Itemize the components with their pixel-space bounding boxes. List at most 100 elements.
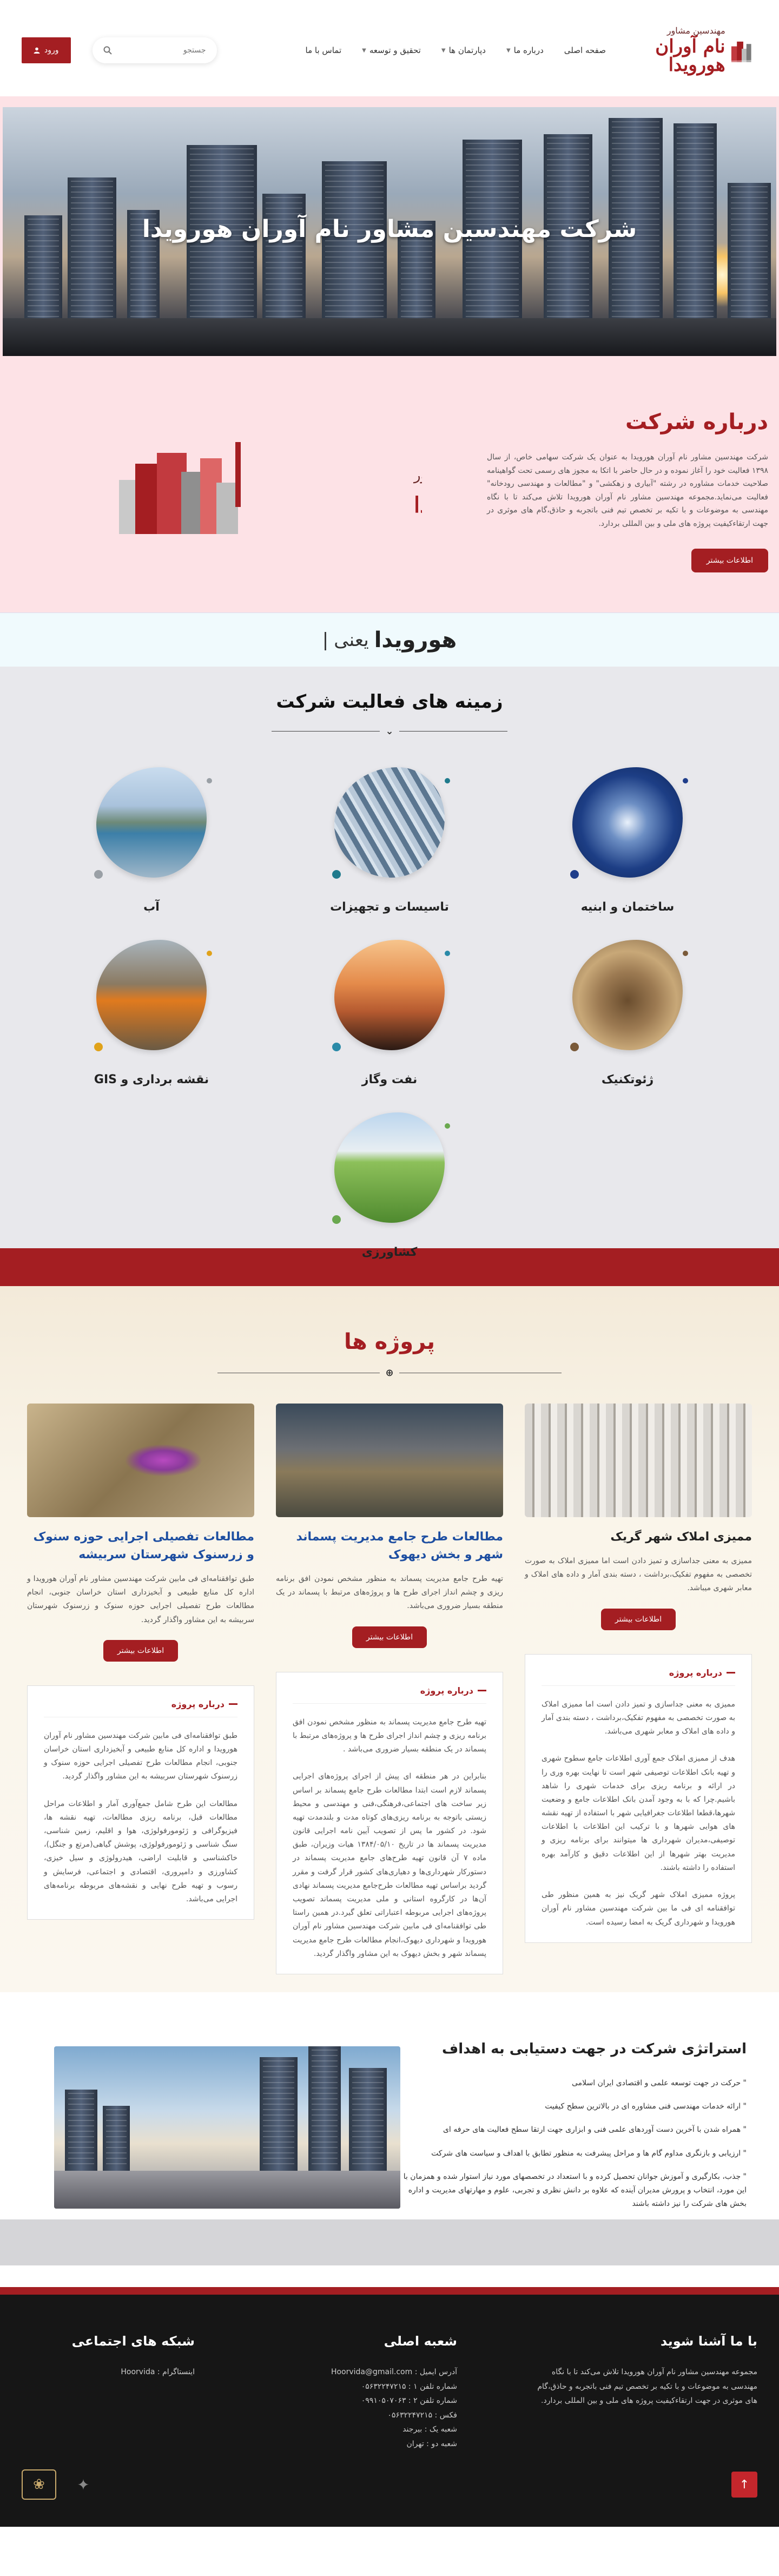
logo-mark-icon [729, 41, 757, 63]
footer-phone-2[interactable]: شماره تلفن ۲ : ۰۹۹۱۰۵۰۷۰۶۳ [262, 2394, 457, 2408]
project-details-header[interactable]: درباره پروژه [542, 1668, 735, 1686]
about-logo: مهندسین مشاور نام آوران هورویدا [119, 442, 571, 536]
nav-link-research[interactable]: تحقیق و توسعه [369, 45, 421, 55]
nav-link-about[interactable]: درباره ما [514, 45, 544, 55]
project-more-button[interactable]: اطلاعات بیشتر [352, 1626, 427, 1648]
footer-fax: فکس : ۰۵۶۳۲۲۴۷۲۱۵ [387, 2410, 457, 2420]
tagline-brand: هورویدا [374, 627, 457, 653]
tagline-strip: هورویدا یعنی | [0, 612, 779, 667]
project-details: درباره پروژه طبق توافقنامه‌ای فی مابین ش… [27, 1685, 254, 1920]
tagline-word: یعنی [334, 629, 369, 651]
activity-card[interactable]: نفت وگاز [319, 934, 460, 1086]
search-input[interactable] [124, 46, 206, 55]
project-details: درباره پروژه ممیزی به معنی جداسازی و تمی… [525, 1653, 752, 1943]
nav-item-research[interactable]: تحقیق و توسعه ▼ [362, 45, 421, 55]
footer-email[interactable]: آدرس ایمیل : Hoorvida@gmail.com [262, 2365, 457, 2380]
project-more-button[interactable]: اطلاعات بیشتر [600, 1608, 676, 1630]
irrigation-icon [334, 1112, 445, 1223]
hero-section: شرکت مهندسین مشاور نام آوران هورویدا [0, 96, 779, 356]
activity-card[interactable]: ساختمان و ابنیه [557, 762, 698, 914]
login-label: ورود [44, 46, 59, 55]
search-box [92, 37, 217, 63]
site-footer: با ما آشنا شوید مجموعه مهندسین مشاور نام… [0, 2287, 779, 2527]
main-nav: صفحه اصلی درباره ما ▼ دپارتمان ها ▼ تحقیق … [306, 45, 606, 55]
strategy-item: " جذب، بکارگیری و آموزش جوانان تحصیل کرد… [403, 2172, 747, 2209]
circle-plus-icon: ⊕ [385, 1367, 394, 1379]
activity-card[interactable]: آب [81, 762, 222, 914]
project-image [525, 1404, 752, 1517]
strategy-city-image [54, 2046, 400, 2209]
site-logo[interactable]: مهندسین مشاور نام آوران هورویدا [628, 27, 757, 74]
about-more-button[interactable]: اطلاعات بیشتر [691, 549, 768, 572]
section-divider: ⊕ [0, 1367, 779, 1379]
activity-card[interactable]: تاسیسات و تجهیزات [319, 762, 460, 914]
accent-dot [332, 1215, 341, 1224]
activities-grid: ساختمان و ابنیه تاسیسات و تجهیزات آب ژئو… [0, 762, 779, 1259]
activity-label: ساختمان و ابنیه [580, 900, 675, 914]
project-details-label: درباره پروژه [669, 1667, 722, 1678]
nav-link-contact[interactable]: تماس با ما [306, 45, 342, 55]
activity-card[interactable]: نقشه برداری و GIS [81, 934, 222, 1086]
accent-dot [94, 1043, 103, 1051]
nav-item-home[interactable]: صفحه اصلی [564, 45, 606, 55]
surveyor-icon [96, 940, 207, 1050]
project-details-header[interactable]: درباره پروژه [293, 1685, 486, 1704]
accent-dot [445, 1123, 450, 1129]
chevron-down-icon: ▼ [506, 47, 511, 54]
hero-title: شرکت مهندسین مشاور نام آوران هورویدا [142, 215, 637, 243]
chevron-down-icon: ⌄ [385, 726, 394, 737]
hero-street [3, 318, 776, 356]
project-card: مطالعات تفصیلی اجرایی حوزه سنوک و زرسنوک… [27, 1404, 254, 1974]
accent-dot [683, 778, 688, 783]
nav-link-home[interactable]: صفحه اصلی [564, 45, 606, 55]
about-text: شرکت مهندسین مشاور نام آوران هورویدا به … [487, 453, 768, 528]
accent-dot [207, 778, 212, 783]
tagline-cursor: | [322, 629, 329, 651]
accent-dot [332, 1043, 341, 1051]
logo-subtitle: مهندسین مشاور [666, 25, 725, 36]
project-more-button[interactable]: اطلاعات بیشتر [103, 1639, 179, 1662]
strategy-item: " همراه شدن با آخرین دست آوردهای علمی فن… [443, 2125, 747, 2134]
minus-icon [229, 1703, 237, 1705]
section-divider: ⌄ [0, 726, 779, 737]
nav-link-departments[interactable]: دپارتمان ها [449, 45, 486, 55]
project-details-text: ممیزی به معنی جداسازی و تمیز دادن است ام… [542, 1699, 735, 1927]
accent-dot [570, 1043, 579, 1051]
footer-about-title: با ما آشنا شوید [660, 2334, 757, 2349]
nav-item-contact[interactable]: تماس با ما [306, 45, 342, 55]
activities-title: زمینه های فعالیت شرکت [276, 691, 503, 713]
accent-dot [445, 778, 450, 783]
projects-section: پروژه ها ⊕ ممیزی املاک شهر گریک ممیزی به… [0, 1286, 779, 1992]
large-logo-icon: مهندسین مشاور نام آوران هورویدا [119, 442, 571, 534]
nav-item-about[interactable]: درباره ما ▼ [506, 45, 544, 55]
hero-city-image: شرکت مهندسین مشاور نام آوران هورویدا [3, 107, 776, 356]
project-image [27, 1404, 254, 1517]
strategy-title: استراتژی شرکت در جهت دستیابی به اهداف [442, 2041, 747, 2057]
dam-icon [96, 767, 207, 878]
enamad-icon[interactable]: ✦ [66, 2469, 101, 2500]
login-button[interactable]: ورود [22, 37, 71, 63]
strategy-list: " حرکت در جهت توسعه علمی و اقتصادی ایران… [400, 2077, 747, 2211]
search-icon[interactable] [103, 46, 112, 55]
project-details-text: طبق توافقنامه‌ای فی مابین شرکت مهندسین م… [44, 1731, 237, 1903]
activity-card[interactable]: کشاورزی [319, 1107, 460, 1259]
activity-card[interactable]: ژئوتکنیک [557, 934, 698, 1086]
pipes-icon [334, 767, 445, 878]
chevron-down-icon: ▼ [441, 47, 446, 54]
accent-dot [94, 870, 103, 879]
nav-item-departments[interactable]: دپارتمان ها ▼ [441, 45, 486, 55]
seal-icon[interactable]: ❀ [22, 2469, 56, 2500]
project-summary: طبق توافقنامه‌ای فی مابین شرکت مهندسین م… [27, 1574, 254, 1624]
strategy-item: " ارائه خدمات مهندسی فنی مشاوره ای در با… [545, 2102, 747, 2111]
project-card: مطالعات طرح جامع مدیریت پسماند شهر و بخش… [276, 1404, 503, 1974]
footer-about-text: مجموعه مهندسین مشاور نام آوران هورویدا ت… [537, 2368, 757, 2406]
footer-phone-1[interactable]: شماره تلفن ۱ : ۰۵۶۳۲۲۴۷۲۱۵ [262, 2380, 457, 2394]
project-details-header[interactable]: درباره پروژه [44, 1699, 237, 1717]
footer-instagram[interactable]: اینستاگرام : Hoorvida [22, 2365, 195, 2380]
minus-icon [478, 1689, 486, 1691]
project-title: ممیزی املاک شهر گریک [610, 1530, 752, 1544]
activity-label: آب [143, 900, 160, 914]
activity-label: کشاورزی [361, 1246, 418, 1259]
building-icon [572, 767, 683, 878]
back-to-top-button[interactable]: ↑ [731, 2472, 757, 2498]
